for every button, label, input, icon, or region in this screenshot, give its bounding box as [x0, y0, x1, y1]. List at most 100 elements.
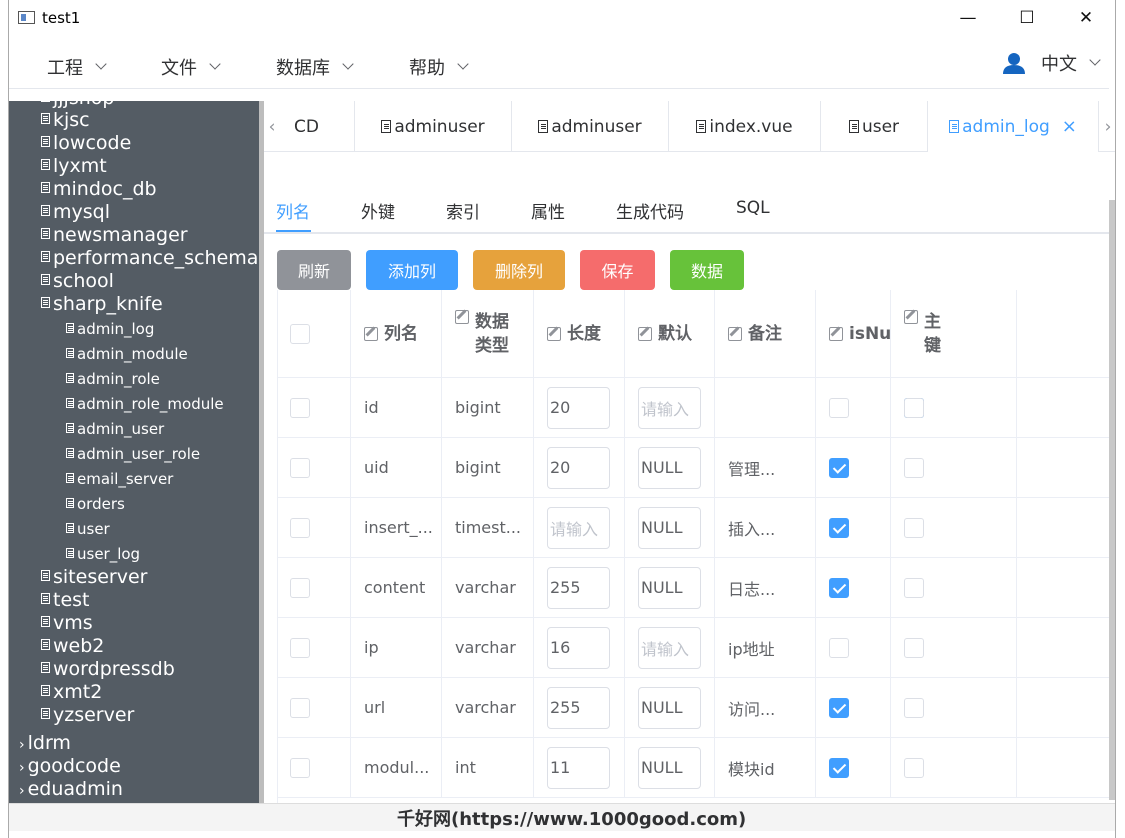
tree-table-item[interactable]: admin_module	[66, 342, 259, 367]
tab-adminuser-2[interactable]: adminuser	[512, 101, 669, 152]
tab-admin-log[interactable]: admin_log ×	[928, 101, 1099, 152]
tab-index-vue[interactable]: index.vue	[669, 101, 821, 152]
tree-table-item[interactable]: user_log	[66, 542, 259, 567]
isnull-checkbox[interactable]	[829, 397, 849, 418]
tab-generate-code[interactable]: 生成代码	[616, 198, 684, 223]
table-cell: 16	[534, 618, 625, 677]
minimize-button[interactable]: —	[938, 0, 998, 36]
length-input[interactable]: 11	[547, 746, 610, 789]
tree-connection-item[interactable]: › goodcode	[19, 755, 259, 780]
tree-database-item[interactable]: yzserver	[41, 704, 259, 727]
menu-help[interactable]: 帮助	[409, 54, 469, 80]
menu-project[interactable]: 工程	[47, 54, 107, 80]
tree-connection-item[interactable]: › ldrm	[19, 732, 259, 757]
tree-database-item[interactable]: sharp_knife	[41, 293, 259, 316]
delete-column-button[interactable]: 删除列	[473, 250, 565, 290]
tree-label: school	[53, 270, 114, 292]
default-input[interactable]: NULL	[638, 746, 701, 789]
default-input[interactable]: NULL	[638, 566, 701, 609]
menu-file[interactable]: 文件	[161, 54, 221, 80]
tree-database-item[interactable]: lowcode	[41, 132, 259, 155]
tree-table-item[interactable]: admin_user	[66, 417, 259, 442]
select-all-checkbox[interactable]	[290, 323, 310, 344]
length-input[interactable]: 255	[547, 566, 610, 609]
comment-cell: 日志...	[715, 558, 816, 617]
row-select-checkbox[interactable]	[290, 637, 310, 658]
isnull-checkbox[interactable]	[829, 637, 849, 658]
default-input[interactable]: NULL	[638, 506, 701, 549]
auto-increment-checkbox[interactable]	[904, 397, 924, 418]
row-select-checkbox[interactable]	[290, 577, 310, 598]
tab-columns[interactable]: 列名	[276, 198, 310, 223]
default-input[interactable]: NULL	[638, 446, 701, 489]
content-scrollbar[interactable]	[1109, 200, 1115, 800]
row-select-checkbox[interactable]	[290, 457, 310, 478]
length-input[interactable]: 20	[547, 446, 610, 489]
tree-table-item[interactable]: admin_user_role	[66, 442, 259, 467]
tree-database-item[interactable]: performance_schema	[41, 247, 259, 270]
table-cell: 255	[534, 558, 625, 617]
menu-database[interactable]: 数据库	[276, 54, 354, 80]
tab-user[interactable]: user	[821, 101, 928, 152]
tree-database-item[interactable]: newsmanager	[41, 224, 259, 247]
length-input[interactable]: 16	[547, 626, 610, 669]
tree-database-item[interactable]: kjsc	[41, 109, 259, 132]
tree-database-item[interactable]: lyxmt	[41, 155, 259, 178]
refresh-button[interactable]: 刷新	[277, 250, 351, 290]
tree-database-item[interactable]: vms	[41, 612, 259, 635]
row-select-checkbox[interactable]	[290, 517, 310, 538]
default-input[interactable]: 请输入	[638, 626, 701, 669]
tree-connection-item[interactable]: › eduadmin	[19, 778, 259, 803]
tree-table-item[interactable]: admin_role_module	[66, 392, 259, 417]
tabs-next-button[interactable]: ›	[1099, 101, 1115, 152]
maximize-button[interactable]: ☐	[997, 0, 1057, 36]
tree-database-item[interactable]: xmt2	[41, 681, 259, 704]
isnull-checkbox[interactable]	[829, 577, 849, 598]
tree-database-item[interactable]: test	[41, 589, 259, 612]
length-input[interactable]: 20	[547, 386, 610, 429]
column-name-cell: insert_...	[351, 498, 442, 557]
tab-sql[interactable]: SQL	[736, 198, 770, 218]
tree-table-item[interactable]: admin_role	[66, 367, 259, 392]
columns-table: 列名 数据 类型 长度 默认 备注 isNull 主 键 idbigint 20 请输入 uidbi…	[277, 290, 1109, 803]
tab-properties[interactable]: 属性	[531, 198, 565, 223]
isnull-checkbox[interactable]	[829, 517, 849, 538]
column-name-cell: ip	[351, 618, 442, 677]
tab-indexes[interactable]: 索引	[446, 198, 480, 223]
tab-foreign-keys[interactable]: 外键	[361, 198, 395, 223]
tree-database-item[interactable]: siteserver	[41, 566, 259, 589]
tree-table-item[interactable]: email_server	[66, 467, 259, 492]
tab-adminuser-1[interactable]: adminuser	[355, 101, 512, 152]
tree-table-item[interactable]: admin_log	[66, 317, 259, 342]
user-icon[interactable]	[1003, 52, 1025, 74]
chevron-down-icon	[457, 58, 469, 70]
default-input[interactable]: NULL	[638, 686, 701, 729]
isnull-checkbox[interactable]	[829, 757, 849, 778]
length-input[interactable]: 请输入	[547, 506, 610, 549]
tree-database-item[interactable]: school	[41, 270, 259, 293]
edit-icon	[547, 326, 561, 341]
tab-close-icon[interactable]: ×	[1062, 116, 1077, 137]
language-selector[interactable]: 中文	[1041, 50, 1101, 76]
tab-partial[interactable]: CD	[280, 101, 355, 152]
tree-database-item[interactable]: mindoc_db	[41, 178, 259, 201]
tabs-prev-button[interactable]: ‹	[264, 101, 280, 152]
default-input[interactable]: 请输入	[638, 386, 701, 429]
tree-table-item[interactable]: orders	[66, 492, 259, 517]
row-select-checkbox[interactable]	[290, 397, 310, 418]
row-select-checkbox[interactable]	[290, 697, 310, 718]
database-icon	[66, 422, 74, 433]
tree-database-item[interactable]: web2	[41, 635, 259, 658]
add-column-button[interactable]: 添加列	[366, 250, 458, 290]
file-icon	[381, 120, 392, 133]
tree-table-item[interactable]: user	[66, 517, 259, 542]
data-button[interactable]: 数据	[670, 250, 744, 290]
save-button[interactable]: 保存	[580, 250, 655, 290]
length-input[interactable]: 255	[547, 686, 610, 729]
tree-database-item[interactable]: wordpressdb	[41, 658, 259, 681]
isnull-checkbox[interactable]	[829, 697, 849, 718]
tree-database-item[interactable]: mysql	[41, 201, 259, 224]
isnull-checkbox[interactable]	[829, 457, 849, 478]
close-button[interactable]: ✕	[1056, 0, 1115, 36]
row-select-checkbox[interactable]	[290, 757, 310, 778]
